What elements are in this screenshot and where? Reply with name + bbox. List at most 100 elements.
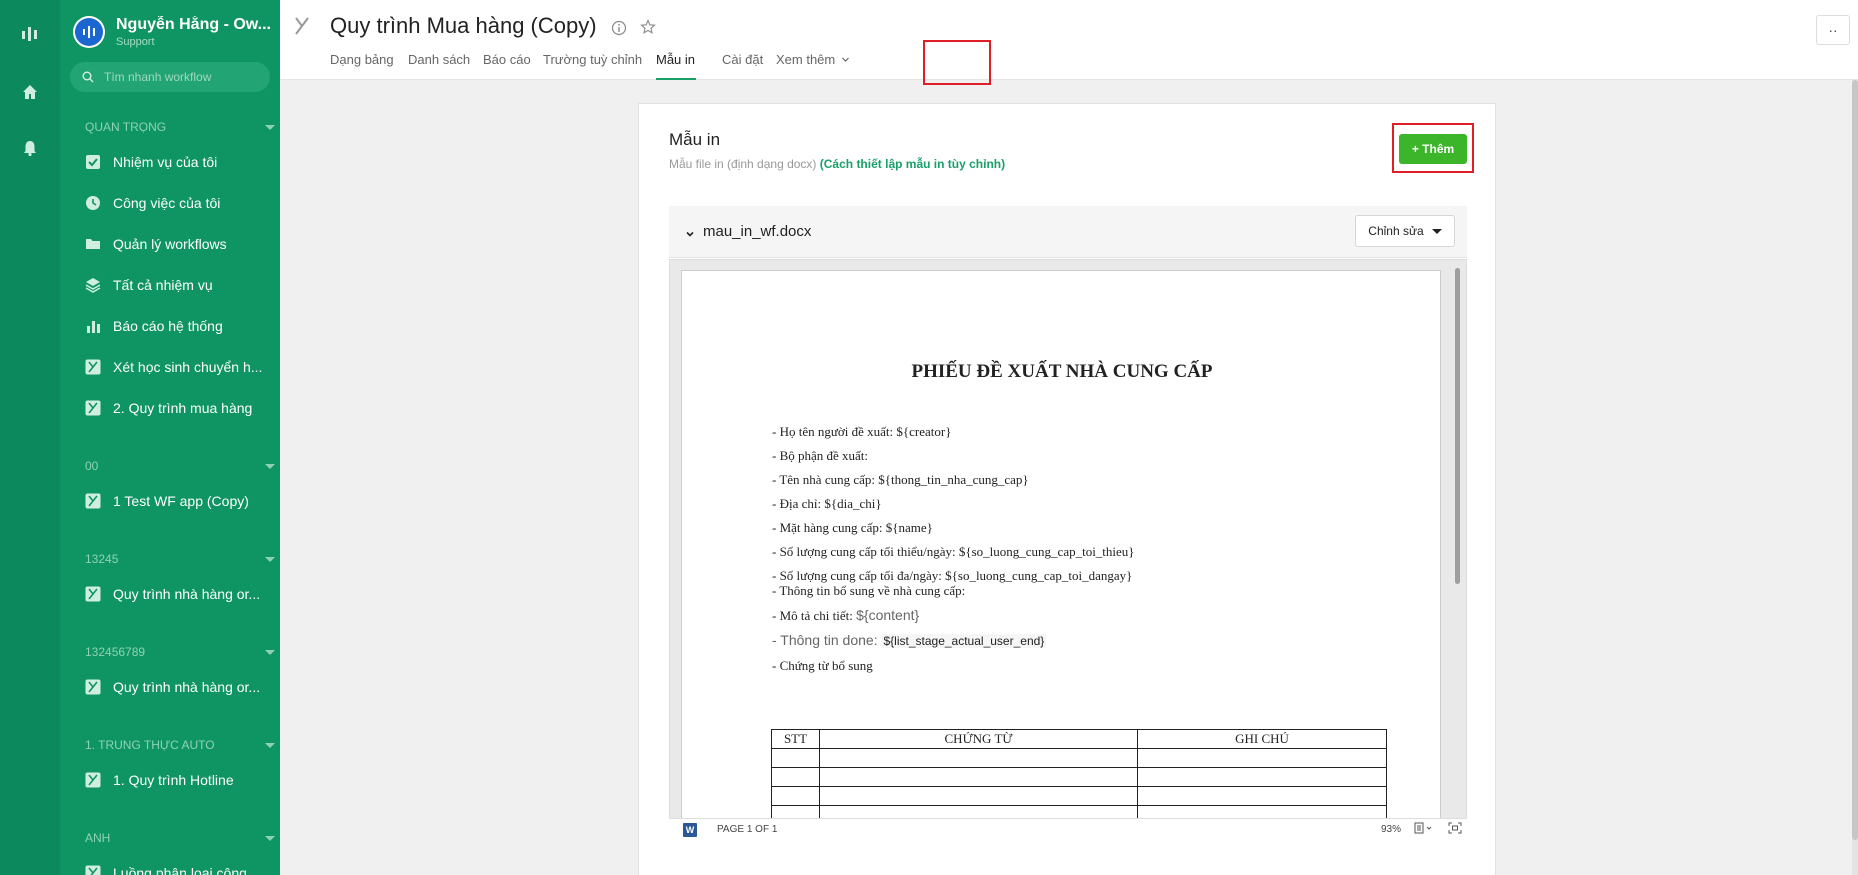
table-cell: [819, 748, 1138, 768]
chevron-down-icon[interactable]: [685, 226, 695, 244]
sidebar-item[interactable]: Báo cáo hệ thống: [85, 314, 275, 338]
card-subtitle-text: Mẫu file in (định dạng docx): [669, 157, 817, 171]
tab-custom-fields[interactable]: Trường tuỳ chỉnh: [543, 52, 642, 67]
bell-icon[interactable]: [20, 138, 40, 158]
more-options-button[interactable]: ··: [1816, 15, 1850, 45]
file-header[interactable]: mau_in_wf.docx Chỉnh sửa: [669, 206, 1467, 258]
table-row: [771, 767, 1387, 787]
tab-more-label: Xem thêm: [776, 52, 836, 67]
sidebar-section-header[interactable]: QUAN TRỌNG: [85, 120, 275, 134]
sidebar-item[interactable]: Xét học sinh chuyển h...: [85, 355, 275, 379]
caret-down-icon: [265, 742, 275, 748]
view-mode-icon[interactable]: [1414, 822, 1434, 837]
sidebar-item[interactable]: Quản lý workflows: [85, 232, 275, 256]
page-scrollbar-thumb[interactable]: [1852, 80, 1858, 840]
doc-line: - Số lượng cung cấp tối đa/ngày: ${so_lu…: [772, 568, 1133, 583]
setup-guide-link[interactable]: (Cách thiết lập mẫu in tùy chỉnh): [820, 157, 1005, 171]
app-logo-icon[interactable]: [20, 24, 40, 44]
tab-highlight-box: [923, 40, 991, 85]
sidebar-item[interactable]: Quy trình nhà hàng or...: [85, 675, 275, 699]
sidebar-section-header[interactable]: 00: [85, 459, 275, 473]
fullscreen-icon[interactable]: [1448, 822, 1462, 837]
attachments-table: STT CHỨNG TỪ GHI CHÚ: [771, 729, 1387, 818]
table-cell: [1137, 767, 1387, 787]
table-cell: [1137, 805, 1387, 818]
sidebar-item-label: Báo cáo hệ thống: [113, 318, 223, 334]
sidebar-item-label: Quy trình nhà hàng or...: [113, 586, 261, 602]
page-scrollbar[interactable]: [1852, 80, 1858, 875]
table-row: [771, 748, 1387, 768]
sidebar-item-label: Công việc của tôi: [113, 195, 221, 211]
workflow-icon: [85, 865, 101, 875]
tab-report[interactable]: Báo cáo: [483, 52, 531, 67]
sidebar-item[interactable]: Luồng phân loại công...: [85, 861, 275, 875]
table-header-cell: CHỨNG TỪ: [819, 729, 1138, 749]
table-cell: [819, 767, 1138, 787]
table-row: [771, 805, 1387, 818]
sidebar-item-label: Quy trình nhà hàng or...: [113, 679, 261, 695]
caret-down-icon: [1431, 228, 1442, 234]
sidebar-section-title: 00: [85, 459, 99, 473]
sidebar-section-header[interactable]: ANH: [85, 831, 275, 845]
workflow-icon: [85, 772, 101, 788]
sidebar-item-label: 1. Quy trình Hotline: [113, 772, 234, 788]
table-cell: [819, 805, 1138, 818]
workflow-icon: [85, 359, 101, 375]
bar-chart-icon: [85, 318, 101, 334]
sidebar-section-header[interactable]: 132456789: [85, 645, 275, 659]
sidebar: Nguyễn Hằng - Ow... Support QUAN TRỌNG Nh…: [60, 0, 280, 875]
table-cell: [819, 786, 1138, 806]
zoom-level[interactable]: 93%: [1381, 824, 1401, 835]
table-cell: [771, 805, 820, 818]
sidebar-item[interactable]: 1. Quy trình Hotline: [85, 768, 275, 792]
tab-print-templates[interactable]: Mẫu in: [656, 52, 695, 67]
table-header-cell: GHI CHÚ: [1137, 729, 1387, 749]
sidebar-section-title: 1. TRUNG THỰC AUTO: [85, 738, 215, 752]
home-icon[interactable]: [20, 82, 40, 102]
table-cell: [1137, 748, 1387, 768]
caret-down-icon: [265, 124, 275, 130]
search-input[interactable]: [104, 70, 254, 84]
sidebar-section-header[interactable]: 13245: [85, 552, 275, 566]
folder-icon: [85, 236, 101, 252]
sidebar-item[interactable]: 2. Quy trình mua hàng: [85, 396, 275, 420]
sidebar-section-header[interactable]: 1. TRUNG THỰC AUTO: [85, 738, 275, 752]
org-subtitle: Support: [116, 36, 155, 48]
tab-more[interactable]: Xem thêm: [776, 52, 850, 67]
sidebar-item[interactable]: Quy trình nhà hàng or...: [85, 582, 275, 606]
caret-down-icon: [265, 835, 275, 841]
document-viewer[interactable]: PHIẾU ĐỀ XUẤT NHÀ CUNG CẤP - Họ tên ngườ…: [669, 259, 1467, 819]
doc-line-done: - Thông tin done: ${list_stage_actual_us…: [772, 632, 1047, 648]
info-icon[interactable]: [611, 20, 627, 41]
page-count: PAGE 1 OF 1: [717, 824, 778, 835]
doc-line: - Thông tin bổ sung về nhà cung cấp:: [772, 583, 966, 598]
table-cell: [771, 786, 820, 806]
sidebar-item[interactable]: Nhiệm vụ của tôi: [85, 150, 275, 174]
workflow-icon: [85, 493, 101, 509]
document-page: PHIẾU ĐỀ XUẤT NHÀ CUNG CẤP - Họ tên ngườ…: [681, 270, 1441, 818]
layers-icon: [85, 277, 101, 293]
workflow-search[interactable]: [70, 62, 270, 92]
tab-list[interactable]: Danh sách: [408, 52, 470, 67]
star-icon[interactable]: [640, 19, 656, 40]
tab-settings[interactable]: Cài đặt: [722, 52, 763, 67]
org-avatar[interactable]: [73, 16, 105, 48]
tab-table-view[interactable]: Dạng bảng: [330, 52, 394, 67]
edit-dropdown-button[interactable]: Chỉnh sửa: [1355, 215, 1455, 247]
org-name[interactable]: Nguyễn Hằng - Ow...: [116, 16, 276, 34]
table-row: [771, 786, 1387, 806]
sidebar-item[interactable]: 1 Test WF app (Copy): [85, 489, 275, 513]
check-square-icon: [85, 154, 101, 170]
sidebar-item-label: 1 Test WF app (Copy): [113, 493, 249, 509]
sidebar-item-label: 2. Quy trình mua hàng: [113, 400, 253, 416]
caret-down-icon: [265, 556, 275, 562]
sidebar-item[interactable]: Tất cả nhiệm vụ: [85, 273, 275, 297]
doc-line: - Họ tên người đề xuất: ${creator}: [772, 424, 952, 439]
table-cell: [1137, 786, 1387, 806]
doc-line-detail: - Mô tả chi tiết: ${content}: [772, 607, 919, 624]
document-title: PHIẾU ĐỀ XUẤT NHÀ CUNG CẤP: [911, 361, 1213, 382]
word-icon: W: [683, 823, 697, 837]
sidebar-item[interactable]: Công việc của tôi: [85, 191, 275, 215]
table-cell: [771, 767, 820, 787]
viewer-scrollbar[interactable]: [1455, 268, 1460, 584]
